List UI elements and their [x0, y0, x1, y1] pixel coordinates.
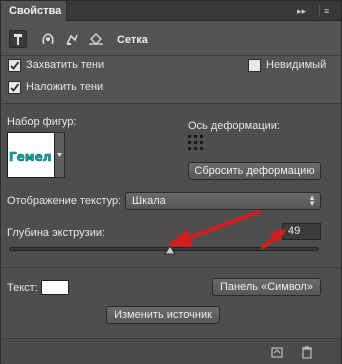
annotation-arrow-slider: [167, 210, 261, 247]
annotation-arrows: [167, 210, 287, 249]
annotation-arrow-value: [261, 229, 287, 249]
properties-panel: Свойства ▸▸ ≡ Сетка Захватить тени Невид…: [0, 0, 342, 364]
